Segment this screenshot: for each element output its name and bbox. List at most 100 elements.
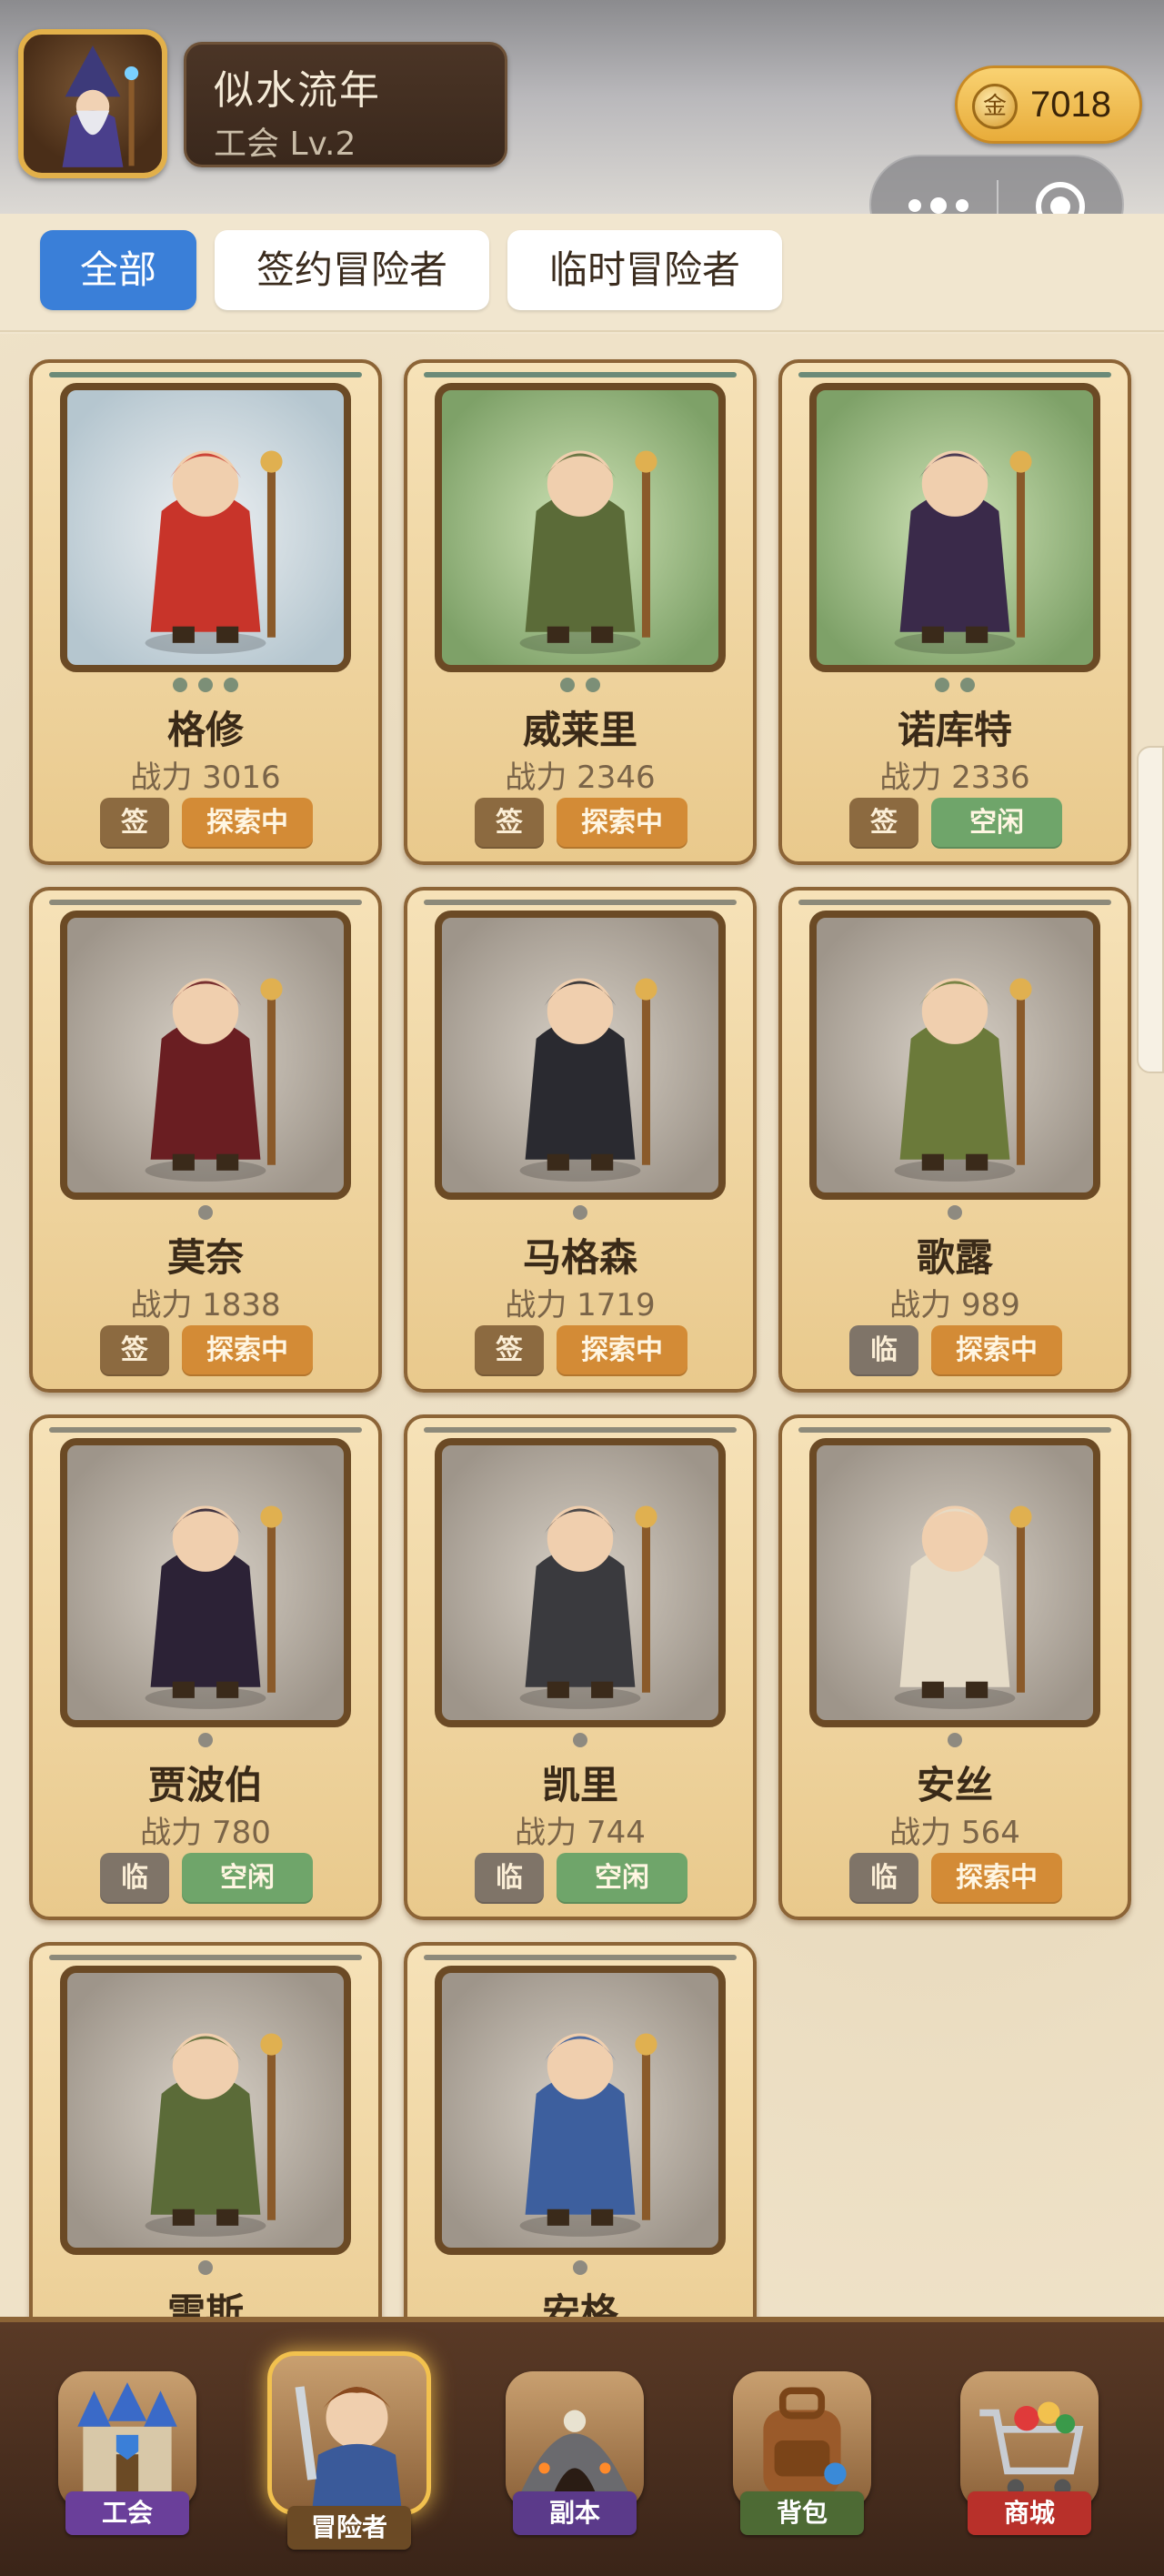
gold-amount: 7018 [1030, 85, 1111, 125]
gold-coin-icon: 金 [972, 84, 1018, 129]
character-portrait-icon [519, 2033, 657, 2237]
contract-type-badge: 临 [849, 1325, 918, 1376]
star-dots [782, 1733, 1128, 1751]
character-portrait-icon [145, 2033, 283, 2237]
card-top-line [424, 1955, 737, 1960]
star-dots [782, 1205, 1128, 1223]
star-dots [33, 1205, 378, 1223]
card-top-line [424, 1427, 737, 1433]
nav-dungeon[interactable]: 副本 [493, 2371, 657, 2544]
adventurer-portrait [60, 1966, 351, 2255]
contract-type-badge: 签 [100, 798, 169, 849]
adventurer-card[interactable]: 莫奈 战力 1838 签探索中 [29, 887, 382, 1393]
adventurer-name: 莫奈 [166, 1235, 244, 1280]
gold-counter[interactable]: 金 7018 [955, 65, 1142, 144]
adventurer-name: 安格 [541, 2290, 618, 2317]
adventurer-name: 贾波伯 [147, 1763, 263, 1807]
guild-info-panel: 似水流年 工会 Lv.2 [184, 42, 507, 167]
adventurer-name: 格修 [166, 708, 244, 752]
nav-shop-cart[interactable]: 商城 [948, 2371, 1111, 2544]
adventurer-grid: 格修 战力 3016 签探索中 威莱里 战力 2346 签探索中 诺库特 战力 2336 签空闲… [0, 334, 1164, 2317]
star-level-dot [560, 678, 575, 692]
card-top-line [424, 900, 737, 905]
adventurer-card[interactable]: 贾波伯 战力 780 临空闲 [29, 1414, 382, 1920]
adventurer-card[interactable]: 诺库特 战力 2336 签空闲 [778, 359, 1131, 865]
star-dots [782, 678, 1128, 696]
contract-type-badge: 临 [475, 1853, 544, 1904]
character-portrait-icon [519, 1505, 657, 1709]
adventurer-card[interactable]: 凯里战力 744 临空闲 [404, 1414, 757, 1920]
adventurer-card[interactable]: 安丝 战力 564 临探索中 [778, 1414, 1131, 1920]
adventurer-portrait [435, 1438, 726, 1727]
nav-label: 冒险者 [287, 2506, 411, 2550]
adventurer-portrait [809, 911, 1100, 1200]
star-level-dot [586, 678, 600, 692]
star-level-dot [173, 678, 187, 692]
nav-label: 商城 [968, 2491, 1091, 2535]
adventurer-card[interactable]: 马格森 战力 1719 签探索中 [404, 887, 757, 1393]
nav-hero[interactable]: 冒险者 [267, 2351, 431, 2550]
adventurer-power: 战力 989 [889, 1287, 1020, 1323]
adventurer-name: 威莱里 [522, 708, 637, 752]
contract-type-badge: 签 [100, 1325, 169, 1376]
star-dots [407, 678, 753, 696]
adventurer-portrait [60, 911, 351, 1200]
castle-icon [58, 2371, 196, 2510]
contract-type-badge: 签 [475, 1325, 544, 1376]
character-portrait-icon [894, 978, 1032, 1182]
adventurer-card[interactable]: 格修战力 3016 签探索中 [29, 359, 382, 865]
star-dots [33, 678, 378, 696]
adventurer-portrait [809, 1438, 1100, 1727]
star-level-dot [948, 1733, 962, 1747]
adventurer-portrait [60, 383, 351, 672]
status-badge: 探索中 [557, 798, 687, 849]
shop-cart-icon [960, 2371, 1099, 2510]
card-top-line [49, 900, 362, 905]
contract-type-badge: 签 [849, 798, 918, 849]
status-badge: 空闲 [557, 1853, 687, 1904]
adventurer-card[interactable]: 歌露 战力 989 临探索中 [778, 887, 1131, 1393]
contract-type-badge: 签 [475, 798, 544, 849]
dungeon-icon [506, 2371, 644, 2510]
adventurer-card[interactable]: 安格 [404, 1942, 757, 2317]
adventurer-card[interactable]: 威莱里战力 2346 签探索中 [404, 359, 757, 865]
adventurer-portrait [435, 1966, 726, 2255]
star-level-dot [198, 1733, 213, 1747]
nav-backpack[interactable]: 背包 [720, 2371, 884, 2544]
nav-castle[interactable]: 工会 [45, 2371, 209, 2544]
contract-type-badge: 临 [100, 1853, 169, 1904]
character-portrait-icon [519, 978, 657, 1182]
card-top-line [49, 372, 362, 377]
card-top-line [49, 1427, 362, 1433]
wizard-avatar-icon [62, 45, 139, 167]
star-level-dot [573, 2260, 587, 2275]
adventurer-card[interactable]: 雷斯 [29, 1942, 382, 2317]
tab-contracted[interactable]: 签约冒险者 [215, 230, 489, 310]
character-portrait-icon [894, 450, 1032, 654]
nav-label: 背包 [740, 2491, 864, 2535]
tab-temporary[interactable]: 临时冒险者 [507, 230, 782, 310]
backpack-icon [733, 2371, 871, 2510]
adventurer-portrait [435, 911, 726, 1200]
star-dots [33, 1733, 378, 1751]
character-portrait-icon [145, 450, 283, 654]
status-badge: 探索中 [931, 1853, 1062, 1904]
star-dots [407, 1205, 753, 1223]
status-badge: 探索中 [182, 798, 313, 849]
character-portrait-icon [894, 1505, 1032, 1709]
side-scroll-handle[interactable] [1137, 746, 1164, 1073]
star-level-dot [573, 1733, 587, 1747]
adventurer-power: 战力 3016 [130, 760, 281, 796]
adventurer-power: 战力 1719 [505, 1287, 656, 1323]
status-badge: 探索中 [557, 1325, 687, 1376]
character-portrait-icon [145, 1505, 283, 1709]
adventurer-power: 战力 2346 [505, 760, 656, 796]
adventurer-portrait [60, 1438, 351, 1727]
adventurer-power: 战力 744 [515, 1815, 646, 1851]
adventurer-power: 战力 564 [889, 1815, 1020, 1851]
adventurer-name: 凯里 [541, 1763, 618, 1807]
star-level-dot [573, 1205, 587, 1220]
guild-avatar[interactable] [18, 29, 167, 178]
star-dots [407, 2260, 753, 2279]
tab-all[interactable]: 全部 [40, 230, 196, 310]
